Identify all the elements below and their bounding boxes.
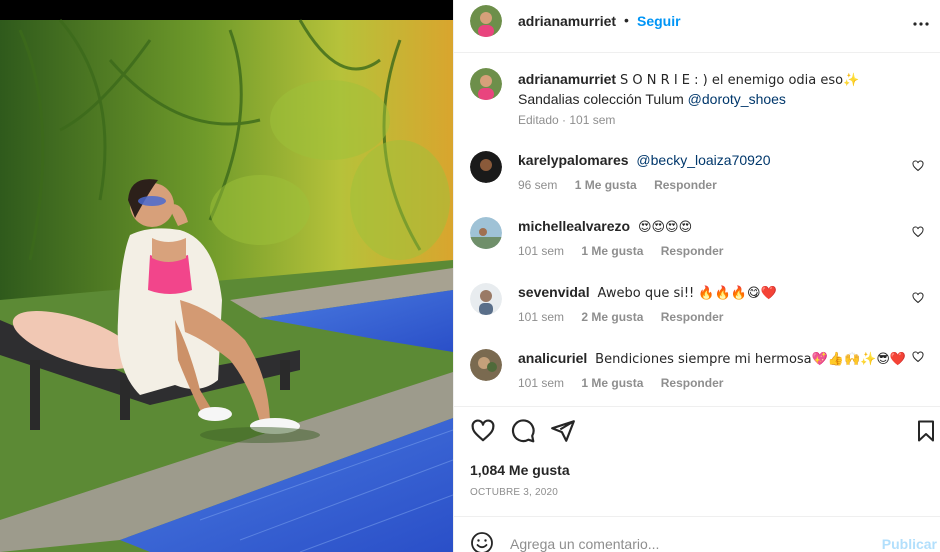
caption-mention[interactable]: @doroty_shoes	[688, 91, 786, 107]
comment-line: karelypalomares @becky_loaiza70920	[518, 151, 918, 169]
comment-username[interactable]: karelypalomares	[518, 152, 629, 168]
caption-text-line: adrianamurriet S O N R I E : ) el enemigo…	[518, 70, 918, 108]
comment-meta: 101 sem 1 Me gusta Responder	[518, 244, 737, 258]
comment-text: Awebo que si!! 🔥🔥🔥😋❤️	[597, 286, 777, 301]
follow-button[interactable]: Seguir	[637, 13, 681, 29]
comment-time: 96 sem	[518, 178, 558, 192]
actions-divider	[454, 406, 940, 407]
reply-button[interactable]: Responder	[661, 310, 724, 324]
comment-likes[interactable]: 1 Me gusta	[575, 178, 637, 192]
comment-time: 101 sem	[518, 376, 565, 390]
comment-line: analicuriel Bendiciones siempre mi hermo…	[518, 349, 918, 369]
comment-text: Bendiciones siempre mi hermosa💖👍🙌✨😎❤️	[595, 352, 907, 367]
caption-username[interactable]: adrianamurriet	[518, 71, 616, 87]
caption-text: S O N R I E : ) el enemigo odia eso✨	[620, 73, 860, 88]
paper-plane-icon[interactable]	[550, 418, 576, 444]
author-avatar[interactable]	[470, 5, 502, 37]
caption-text-2: Sandalias colección Tulum	[518, 91, 684, 107]
comment-time: 101 sem	[518, 310, 565, 324]
post-date: OCTUBRE 3, 2020	[470, 487, 559, 498]
heart-icon[interactable]	[912, 226, 924, 238]
more-horizontal-icon[interactable]	[909, 12, 933, 36]
emoji-icon[interactable]	[470, 531, 494, 552]
caption-meta: Editado · 101 sem	[518, 113, 616, 127]
comment-bar: Publicar	[454, 516, 940, 552]
heart-icon[interactable]	[470, 418, 496, 444]
likes-count[interactable]: 1,084 Me gusta	[470, 462, 570, 478]
comment-username[interactable]: sevenvidal	[518, 284, 590, 300]
comment-likes[interactable]: 1 Me gusta	[581, 244, 643, 258]
comment-mention[interactable]: @becky_loaiza70920	[636, 152, 770, 168]
comment-likes[interactable]: 1 Me gusta	[581, 376, 643, 390]
comment-meta: 96 sem 1 Me gusta Responder	[518, 178, 731, 192]
post-actions	[454, 418, 940, 448]
comment-line: michellealvarezo 😍😍😍😍	[518, 217, 918, 237]
publish-button[interactable]: Publicar	[882, 536, 937, 552]
caption-avatar[interactable]	[470, 68, 502, 100]
heart-icon[interactable]	[912, 351, 924, 363]
reply-button[interactable]: Responder	[661, 244, 724, 258]
comment-time: 101 sem	[518, 244, 565, 258]
instagram-post: adrianamurriet • Seguir adrianamurriet S …	[0, 0, 940, 552]
post-header: adrianamurriet • Seguir	[454, 0, 940, 53]
author-username[interactable]: adrianamurriet	[518, 13, 616, 29]
heart-icon[interactable]	[912, 160, 924, 172]
comment-username[interactable]: analicuriel	[518, 350, 587, 366]
comment-line: sevenvidal Awebo que si!! 🔥🔥🔥😋❤️	[518, 283, 918, 303]
comment-meta: 101 sem 2 Me gusta Responder	[518, 310, 737, 324]
reply-button[interactable]: Responder	[661, 376, 724, 390]
comment-input[interactable]	[510, 536, 860, 552]
post-photo[interactable]	[0, 0, 453, 552]
commenter-avatar[interactable]	[470, 283, 502, 315]
comment-username[interactable]: michellealvarezo	[518, 218, 630, 234]
comment-text: 😍😍😍😍	[637, 220, 693, 235]
commenter-avatar[interactable]	[470, 217, 502, 249]
bookmark-icon[interactable]	[914, 418, 938, 444]
commenter-avatar[interactable]	[470, 151, 502, 183]
commenter-avatar[interactable]	[470, 349, 502, 381]
photo-illustration	[0, 0, 453, 552]
separator-dot: •	[624, 12, 629, 28]
reply-button[interactable]: Responder	[654, 178, 717, 192]
post-side-panel: adrianamurriet • Seguir adrianamurriet S …	[453, 0, 940, 552]
comment-icon[interactable]	[510, 418, 536, 444]
comment-likes[interactable]: 2 Me gusta	[581, 310, 643, 324]
comment-meta: 101 sem 1 Me gusta Responder	[518, 376, 737, 390]
heart-icon[interactable]	[912, 292, 924, 304]
